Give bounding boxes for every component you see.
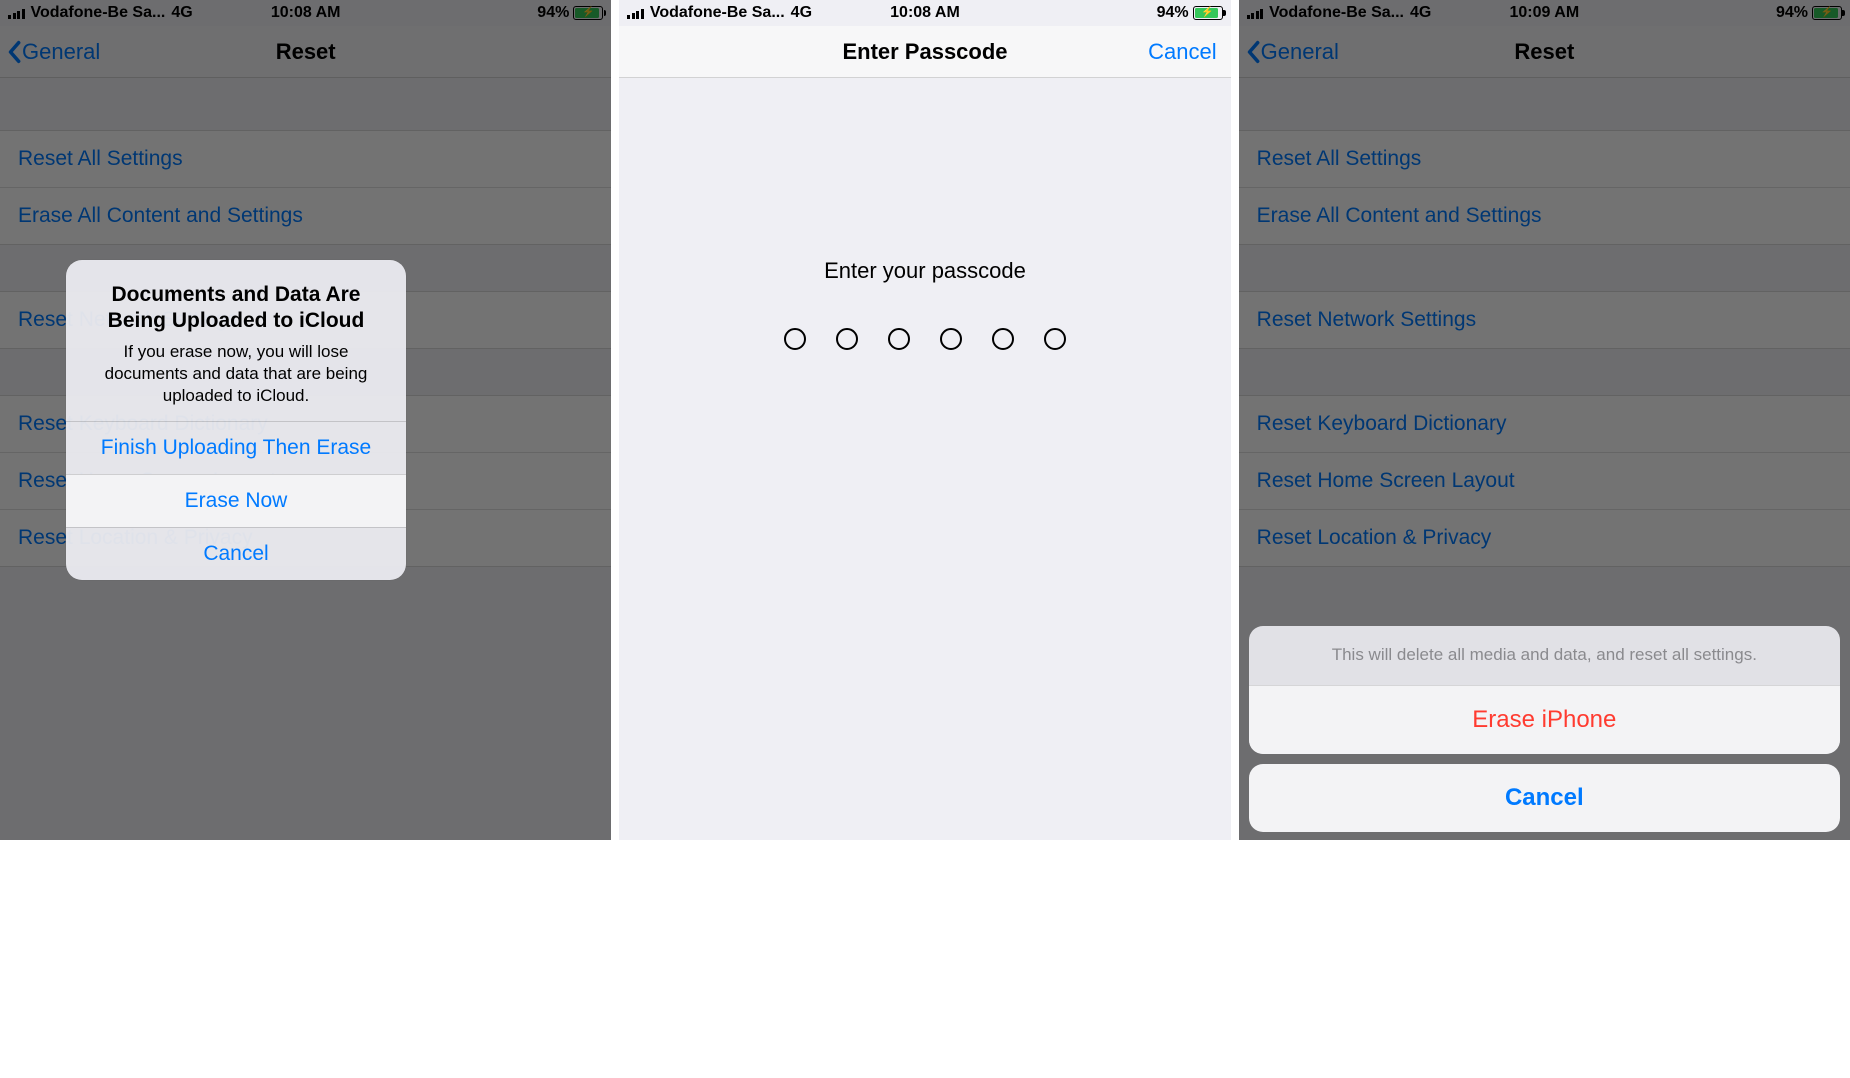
passcode-prompt: Enter your passcode: [619, 258, 1230, 284]
status-bar: Vodafone-Be Sa... 4G 10:08 AM 94% ⚡: [0, 0, 611, 26]
status-bar: Vodafone-Be Sa... 4G 10:08 AM 94% ⚡: [619, 0, 1230, 26]
passcode-dot: [836, 328, 858, 350]
network-label: 4G: [1410, 4, 1431, 22]
carrier-label: Vodafone-Be Sa...: [650, 4, 785, 22]
alert-title: Documents and Data Are Being Uploaded to…: [84, 282, 388, 335]
chevron-left-icon: [6, 38, 22, 66]
page-title: Reset: [1514, 39, 1574, 65]
nav-bar: Enter Passcode Cancel: [619, 26, 1230, 78]
page-title: Reset: [276, 39, 336, 65]
battery-percent: 94%: [1157, 4, 1189, 22]
screen-enter-passcode: Vodafone-Be Sa... 4G 10:08 AM 94% ⚡ Ente…: [611, 0, 1238, 840]
icloud-upload-alert: Documents and Data Are Being Uploaded to…: [66, 260, 406, 580]
carrier-label: Vodafone-Be Sa...: [31, 4, 166, 22]
passcode-dot: [1044, 328, 1066, 350]
reset-network-settings[interactable]: Reset Network Settings: [1239, 292, 1850, 348]
back-button[interactable]: General: [1245, 38, 1339, 66]
battery-charging-icon: ⚡: [1812, 6, 1842, 20]
screen-reset-with-action-sheet: Vodafone-Be Sa... 4G 10:09 AM 94% ⚡ Gene…: [1239, 0, 1850, 840]
finish-uploading-button[interactable]: Finish Uploading Then Erase: [66, 421, 406, 474]
cellular-signal-icon: [1247, 7, 1264, 19]
network-label: 4G: [791, 4, 812, 22]
passcode-dot: [940, 328, 962, 350]
page-title: Enter Passcode: [842, 39, 1007, 65]
passcode-dot: [784, 328, 806, 350]
erase-confirm-action-sheet: This will delete all media and data, and…: [1249, 626, 1840, 832]
cancel-button[interactable]: Cancel: [1249, 764, 1840, 832]
network-label: 4G: [171, 4, 192, 22]
cancel-button[interactable]: Cancel: [66, 527, 406, 580]
erase-iphone-button[interactable]: Erase iPhone: [1249, 685, 1840, 754]
carrier-label: Vodafone-Be Sa...: [1269, 4, 1404, 22]
erase-all-content[interactable]: Erase All Content and Settings: [1239, 188, 1850, 244]
battery-percent: 94%: [1776, 4, 1808, 22]
back-label: General: [22, 39, 100, 65]
reset-all-settings[interactable]: Reset All Settings: [0, 131, 611, 188]
action-sheet-message: This will delete all media and data, and…: [1249, 626, 1840, 685]
passcode-dots[interactable]: [619, 328, 1230, 350]
battery-charging-icon: ⚡: [1193, 6, 1223, 20]
clock: 10:09 AM: [1509, 4, 1579, 22]
passcode-dot: [888, 328, 910, 350]
reset-all-settings[interactable]: Reset All Settings: [1239, 131, 1850, 188]
status-bar: Vodafone-Be Sa... 4G 10:09 AM 94% ⚡: [1239, 0, 1850, 26]
back-button[interactable]: General: [6, 38, 100, 66]
cellular-signal-icon: [627, 7, 644, 19]
clock: 10:08 AM: [271, 4, 341, 22]
passcode-dot: [992, 328, 1014, 350]
erase-now-button[interactable]: Erase Now: [66, 474, 406, 527]
nav-bar: General Reset: [0, 26, 611, 78]
reset-home-screen-layout[interactable]: Reset Home Screen Layout: [1239, 453, 1850, 510]
nav-bar: General Reset: [1239, 26, 1850, 78]
back-label: General: [1261, 39, 1339, 65]
chevron-left-icon: [1245, 38, 1261, 66]
cellular-signal-icon: [8, 7, 25, 19]
reset-keyboard-dictionary[interactable]: Reset Keyboard Dictionary: [1239, 396, 1850, 453]
alert-message: If you erase now, you will lose document…: [84, 341, 388, 407]
reset-location-privacy[interactable]: Reset Location & Privacy: [1239, 510, 1850, 566]
battery-percent: 94%: [537, 4, 569, 22]
battery-charging-icon: ⚡: [573, 6, 603, 20]
erase-all-content[interactable]: Erase All Content and Settings: [0, 188, 611, 244]
screen-reset-with-alert: Vodafone-Be Sa... 4G 10:08 AM 94% ⚡ Gene…: [0, 0, 611, 840]
clock: 10:08 AM: [890, 4, 960, 22]
cancel-button[interactable]: Cancel: [1148, 39, 1216, 65]
